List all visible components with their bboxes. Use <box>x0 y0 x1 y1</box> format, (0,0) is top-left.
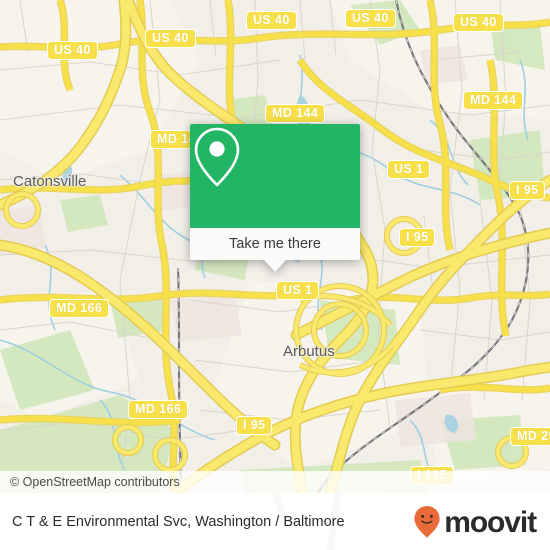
map-pin-icon <box>194 127 240 187</box>
highway-shield-us40-b[interactable]: US 40 <box>345 9 396 28</box>
place-label-arbutus: Arbutus <box>283 343 335 360</box>
highway-shield-md144-a[interactable]: MD 144 <box>265 104 326 123</box>
moovit-wordmark: moovit <box>444 505 537 539</box>
highway-shield-i95-a[interactable]: I 95 <box>509 181 546 200</box>
highway-shield-us40-c[interactable]: US 40 <box>453 13 504 32</box>
popup-header <box>190 124 360 228</box>
highway-shield-us1-b[interactable]: US 1 <box>276 281 320 300</box>
place-label-catonsville: Catonsville <box>13 173 87 190</box>
highway-shield-us1-a[interactable]: US 1 <box>387 160 431 179</box>
take-me-there-button[interactable]: Take me there <box>190 228 360 260</box>
highway-shield-i95-c[interactable]: I 95 <box>236 416 273 435</box>
moovit-logo[interactable]: moovit <box>413 505 537 539</box>
moovit-smiley-pin-icon <box>414 505 440 538</box>
highway-shield-us40-d[interactable]: US 40 <box>145 29 196 48</box>
highway-shield-md166-b[interactable]: MD 166 <box>128 400 189 419</box>
highway-shield-md144-b[interactable]: MD 144 <box>463 91 524 110</box>
page-footer: C T & E Environmental Svc, Washington / … <box>0 493 550 550</box>
location-popup-card[interactable]: Take me there <box>190 124 360 272</box>
popup-pointer <box>264 260 286 272</box>
map-canvas[interactable]: Catonsville Arbutus US 40 US 40 US 40 US… <box>0 0 550 493</box>
highway-shield-us40-e[interactable]: US 40 <box>47 41 98 60</box>
highway-shield-us40-a[interactable]: US 40 <box>246 11 297 30</box>
highway-shield-md295[interactable]: MD 295 <box>510 427 550 446</box>
location-title: C T & E Environmental Svc, Washington / … <box>12 513 345 530</box>
map-attribution[interactable]: © OpenStreetMap contributors <box>0 471 550 493</box>
map-screenshot: Catonsville Arbutus US 40 US 40 US 40 US… <box>0 0 550 550</box>
highway-shield-md166-a[interactable]: MD 166 <box>49 299 110 318</box>
highway-shield-i95-b[interactable]: I 95 <box>399 228 436 247</box>
